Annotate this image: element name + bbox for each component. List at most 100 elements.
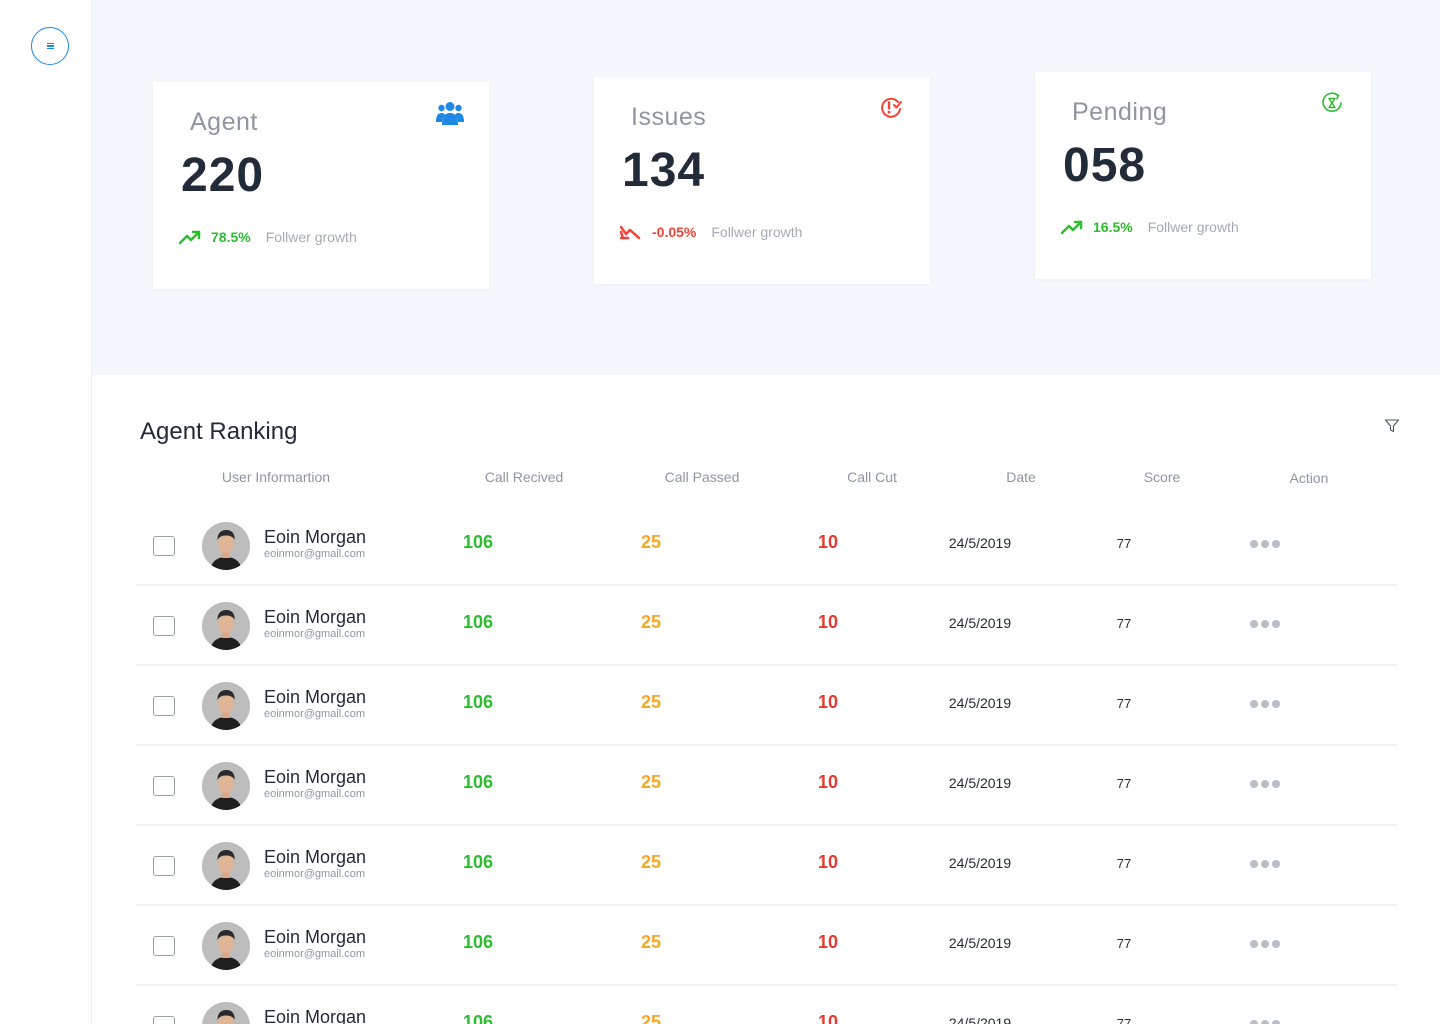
row-checkbox[interactable]	[153, 856, 175, 876]
issues-card: Issues 134 -0.05% Follwer growth	[594, 77, 930, 284]
call-received-value: 106	[462, 612, 494, 632]
menu-icon	[46, 42, 54, 50]
call-received-value: 106	[462, 852, 494, 872]
avatar[interactable]	[202, 1002, 250, 1024]
stats-area: Agent 220 78.5% Follwer growth Issues 13…	[92, 0, 1440, 375]
col-user-information[interactable]: User Informartion	[222, 469, 330, 485]
score-value: 77	[1116, 696, 1132, 711]
card-value: 134	[622, 144, 706, 197]
row-checkbox[interactable]	[153, 696, 175, 716]
more-actions-icon[interactable]	[1250, 1020, 1280, 1024]
call-cut-value: 10	[817, 692, 839, 712]
table-body: Eoin Morgan eoinmor@gmail.com 106 25 10 …	[136, 506, 1398, 1024]
table-row: Eoin Morgan eoinmor@gmail.com 106 25 10 …	[136, 666, 1398, 746]
score-value: 77	[1116, 536, 1132, 551]
col-call-cut[interactable]: Call Cut	[847, 469, 897, 485]
call-passed-value: 25	[640, 692, 662, 712]
call-passed-value: 25	[640, 1012, 662, 1024]
table-row: Eoin Morgan eoinmor@gmail.com 106 25 10 …	[136, 986, 1398, 1024]
date-value: 24/5/2019	[948, 775, 1012, 791]
table-row: Eoin Morgan eoinmor@gmail.com 106 25 10 …	[136, 746, 1398, 826]
score-value: 77	[1116, 616, 1132, 631]
call-received-value: 106	[462, 932, 494, 952]
card-title: Pending	[1072, 98, 1168, 126]
call-cut-value: 10	[817, 532, 839, 552]
user-email: eoinmor@gmail.com	[264, 548, 366, 560]
col-call-received[interactable]: Call Recived	[485, 469, 564, 485]
col-date[interactable]: Date	[1006, 469, 1036, 485]
menu-button[interactable]	[31, 27, 69, 65]
trend-label: Follwer growth	[265, 229, 357, 245]
row-checkbox[interactable]	[153, 776, 175, 796]
call-received-value: 106	[462, 772, 494, 792]
more-actions-icon[interactable]	[1250, 860, 1280, 868]
table-row: Eoin Morgan eoinmor@gmail.com 106 25 10 …	[136, 586, 1398, 666]
avatar[interactable]	[202, 842, 250, 890]
user-email: eoinmor@gmail.com	[264, 628, 366, 640]
more-actions-icon[interactable]	[1250, 620, 1280, 628]
trend-value: 16.5%	[1093, 219, 1133, 235]
user-name: Eoin Morgan	[264, 847, 367, 867]
avatar[interactable]	[202, 602, 250, 650]
issue-alert-icon	[876, 93, 906, 123]
score-value: 77	[1116, 776, 1132, 791]
user-name: Eoin Morgan	[264, 927, 367, 947]
trend-label: Follwer growth	[711, 224, 803, 240]
row-checkbox[interactable]	[153, 536, 175, 556]
user-email: eoinmor@gmail.com	[264, 708, 366, 720]
table-row: Eoin Morgan eoinmor@gmail.com 106 25 10 …	[136, 826, 1398, 906]
hourglass-icon	[1317, 88, 1347, 118]
card-title: Agent	[190, 108, 258, 136]
sidebar	[0, 0, 92, 1024]
filter-icon[interactable]	[1384, 418, 1400, 434]
card-title: Issues	[631, 103, 707, 131]
more-actions-icon[interactable]	[1250, 940, 1280, 948]
score-value: 77	[1116, 856, 1132, 871]
date-value: 24/5/2019	[948, 535, 1012, 551]
row-checkbox[interactable]	[153, 1016, 175, 1024]
avatar[interactable]	[202, 762, 250, 810]
card-trend: -0.05% Follwer growth	[620, 224, 802, 240]
table-row: Eoin Morgan eoinmor@gmail.com 106 25 10 …	[136, 906, 1398, 986]
user-email: eoinmor@gmail.com	[264, 948, 366, 960]
call-passed-value: 25	[640, 932, 662, 952]
row-checkbox[interactable]	[153, 616, 175, 636]
date-value: 24/5/2019	[948, 935, 1012, 951]
more-actions-icon[interactable]	[1250, 540, 1280, 548]
more-actions-icon[interactable]	[1250, 780, 1280, 788]
ranking-title: Agent Ranking	[140, 418, 298, 445]
call-received-value: 106	[462, 532, 494, 552]
user-name: Eoin Morgan	[264, 767, 367, 787]
trend-down-icon	[620, 225, 641, 240]
card-value: 220	[181, 149, 265, 202]
agent-ranking-panel: Agent Ranking User Informartion Call Rec…	[92, 375, 1440, 1024]
call-passed-value: 25	[640, 852, 662, 872]
user-name: Eoin Morgan	[264, 1007, 367, 1024]
date-value: 24/5/2019	[948, 695, 1012, 711]
col-action: Action	[1289, 470, 1329, 486]
trend-value: 78.5%	[211, 229, 251, 245]
user-name: Eoin Morgan	[264, 527, 367, 547]
avatar[interactable]	[202, 922, 250, 970]
row-checkbox[interactable]	[153, 936, 175, 956]
col-call-passed[interactable]: Call Passed	[665, 469, 740, 485]
more-actions-icon[interactable]	[1250, 700, 1280, 708]
call-passed-value: 25	[640, 532, 662, 552]
call-cut-value: 10	[817, 1012, 839, 1024]
date-value: 24/5/2019	[948, 615, 1012, 631]
call-passed-value: 25	[640, 772, 662, 792]
call-cut-value: 10	[817, 612, 839, 632]
col-score[interactable]: Score	[1144, 469, 1181, 485]
date-value: 24/5/2019	[948, 1015, 1012, 1024]
date-value: 24/5/2019	[948, 855, 1012, 871]
avatar[interactable]	[202, 682, 250, 730]
trend-value: -0.05%	[652, 224, 697, 240]
call-cut-value: 10	[817, 852, 839, 872]
table-row: Eoin Morgan eoinmor@gmail.com 106 25 10 …	[136, 506, 1398, 586]
avatar[interactable]	[202, 522, 250, 570]
user-email: eoinmor@gmail.com	[264, 788, 366, 800]
call-cut-value: 10	[817, 932, 839, 952]
call-received-value: 106	[462, 692, 494, 712]
user-email: eoinmor@gmail.com	[264, 868, 366, 880]
score-value: 77	[1116, 936, 1132, 951]
